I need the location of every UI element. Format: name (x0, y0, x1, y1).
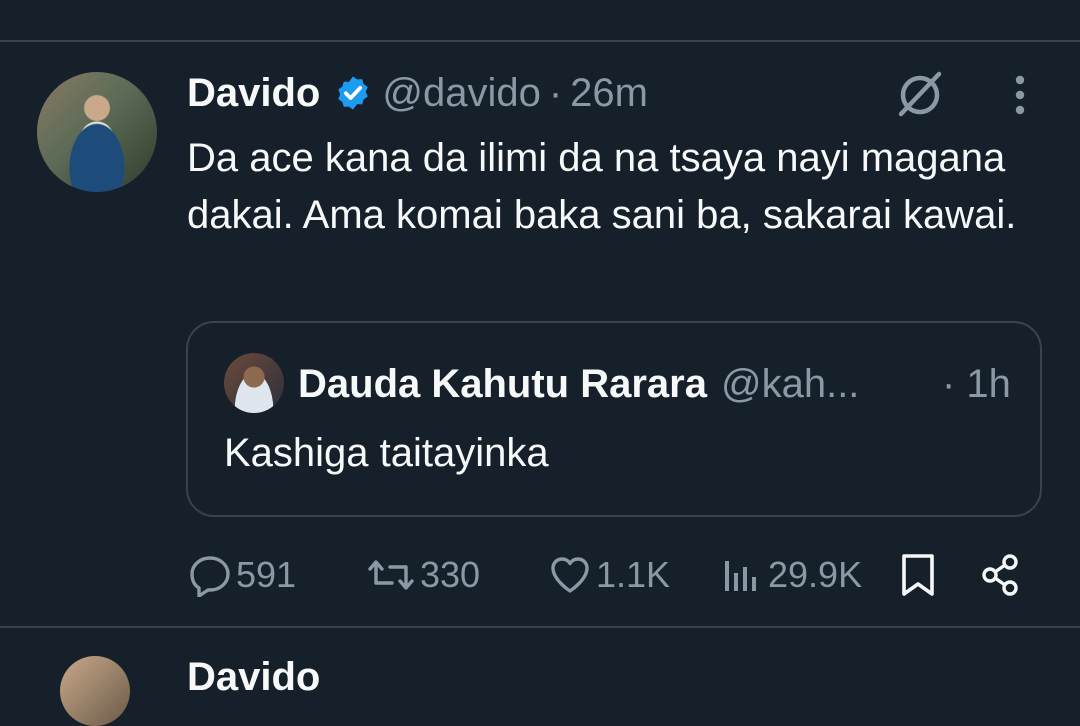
reply-button[interactable]: 591 (188, 550, 296, 600)
grok-icon[interactable] (893, 66, 947, 120)
views-button[interactable]: 29.9K (720, 550, 862, 600)
quoted-display-name: Dauda Kahutu Rarara (298, 361, 707, 406)
quoted-handle: @kah... (720, 361, 860, 406)
separator: · (548, 70, 563, 115)
views-icon (725, 561, 756, 591)
previous-tweet-actions (0, 0, 1080, 18)
tweet-text: Da ace kana da ilimi da na tsaya nayi ma… (187, 136, 1017, 237)
bookmark-icon[interactable] (898, 552, 938, 598)
handle[interactable]: @davido (382, 71, 540, 116)
quoted-avatar[interactable] (224, 353, 284, 413)
retweet-button[interactable]: 330 (366, 550, 480, 600)
quoted-timestamp: · 1h (942, 362, 1011, 406)
like-count: 1.1K (596, 554, 671, 595)
retweet-icon (368, 560, 414, 590)
timestamp[interactable]: 26m (570, 71, 648, 116)
quoted-header: Dauda Kahutu Rarara @kah... (298, 359, 859, 409)
share-icon[interactable] (980, 552, 1022, 598)
like-icon (551, 557, 589, 593)
more-icon[interactable] (1003, 72, 1037, 118)
tweet-header: Davido @davido · 26m (187, 68, 648, 118)
next-tweet-header: Davido (187, 652, 320, 702)
quoted-text: Kashiga taitayinka (224, 431, 549, 475)
next-tweet-avatar[interactable] (60, 656, 130, 726)
divider-bottom (0, 626, 1080, 628)
display-name[interactable]: Davido (187, 71, 320, 116)
verified-badge-icon (338, 76, 369, 110)
reply-count: 591 (236, 554, 297, 595)
quoted-tweet[interactable]: Dauda Kahutu Rarara @kah... · 1h Kashiga… (186, 321, 1042, 517)
avatar[interactable] (37, 72, 157, 192)
like-button[interactable]: 1.1K (548, 550, 670, 600)
views-count: 29.9K (768, 554, 863, 595)
reply-icon (190, 556, 230, 597)
next-tweet-display-name[interactable]: Davido (187, 655, 320, 700)
divider-top (0, 40, 1080, 42)
retweet-count: 330 (420, 554, 481, 595)
